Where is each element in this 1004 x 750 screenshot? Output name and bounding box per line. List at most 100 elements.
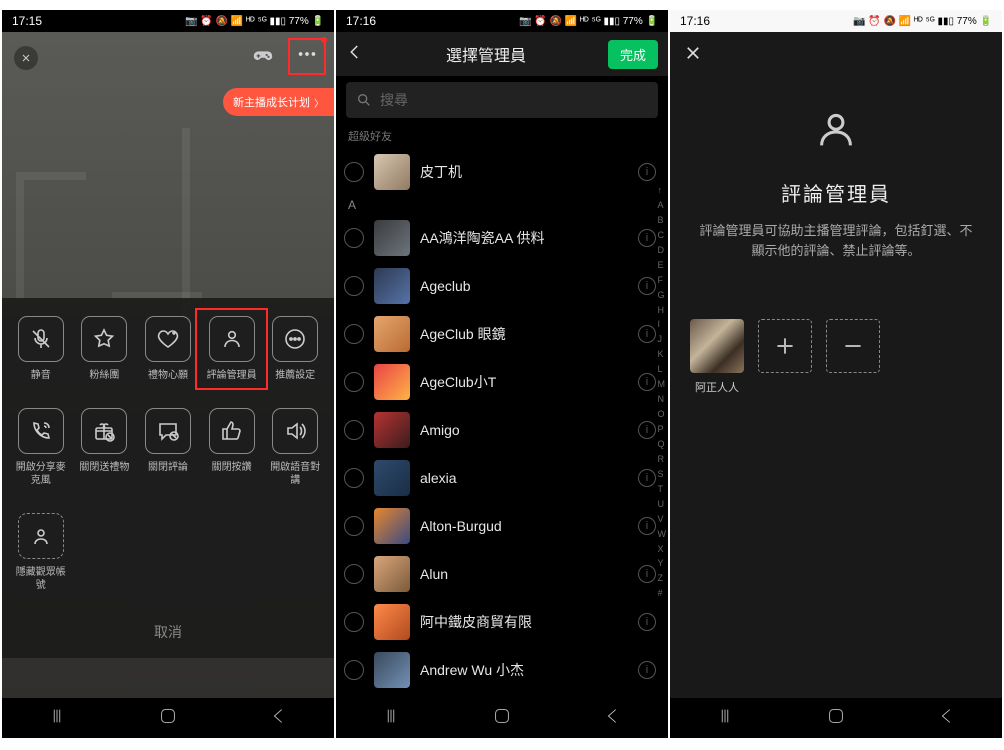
radio-unchecked[interactable]	[344, 276, 364, 296]
contact-list[interactable]: 超級好友 皮丁机 i A AA鴻洋陶瓷AA 供料 i Ageclub i Age…	[336, 124, 668, 698]
tool-wish[interactable]: 禮物心願	[139, 316, 197, 383]
index-letter[interactable]: F	[658, 274, 667, 288]
info-button[interactable]: i	[638, 325, 656, 343]
index-letter[interactable]: #	[658, 587, 667, 601]
tool-hide-viewer[interactable]: 隱藏觀眾帳號	[12, 513, 70, 592]
contact-row[interactable]: 阿中鐵皮商貿有限 i	[336, 598, 668, 646]
game-icon[interactable]	[252, 44, 274, 71]
home-button[interactable]	[825, 705, 847, 732]
contact-name: Alton-Burgud	[420, 518, 628, 534]
tool-close-gift[interactable]: 關閉送禮物	[76, 408, 134, 487]
radio-unchecked[interactable]	[344, 660, 364, 680]
radio-unchecked[interactable]	[344, 228, 364, 248]
back-button[interactable]	[346, 43, 364, 66]
contact-row[interactable]: Andy i	[336, 694, 668, 698]
back-button[interactable]	[602, 705, 624, 732]
close-button[interactable]	[14, 46, 38, 70]
avatar	[374, 460, 410, 496]
back-button[interactable]	[936, 705, 958, 732]
index-letter[interactable]: M	[658, 378, 667, 392]
index-letter[interactable]: V	[658, 513, 667, 527]
contact-row[interactable]: alexia i	[336, 454, 668, 502]
contact-row[interactable]: Ageclub i	[336, 262, 668, 310]
tool-recommend-settings[interactable]: 推薦設定	[266, 316, 324, 383]
contact-row[interactable]: Andrew Wu 小杰 i	[336, 646, 668, 694]
index-letter[interactable]: Q	[658, 438, 667, 452]
info-button[interactable]: i	[638, 613, 656, 631]
minus-icon	[840, 333, 866, 359]
tool-fans[interactable]: 粉絲團	[76, 316, 134, 383]
index-letter[interactable]: X	[658, 543, 667, 557]
radio-unchecked[interactable]	[344, 324, 364, 344]
close-button[interactable]	[684, 49, 702, 66]
index-letter[interactable]: C	[658, 229, 667, 243]
index-letter[interactable]: W	[658, 528, 667, 542]
back-button[interactable]	[268, 705, 290, 732]
index-letter[interactable]: U	[658, 498, 667, 512]
info-button[interactable]: i	[638, 565, 656, 583]
radio-unchecked[interactable]	[344, 420, 364, 440]
info-button[interactable]: i	[638, 469, 656, 487]
info-button[interactable]: i	[638, 661, 656, 679]
alpha-index[interactable]: ↑ABCDEFGHIJKLMNOPQRSTUVWXYZ#	[658, 184, 667, 688]
index-letter[interactable]: P	[658, 423, 667, 437]
contact-row[interactable]: Alton-Burgud i	[336, 502, 668, 550]
contact-row[interactable]: Alun i	[336, 550, 668, 598]
info-button[interactable]: i	[638, 421, 656, 439]
radio-unchecked[interactable]	[344, 468, 364, 488]
promo-chip[interactable]: 新主播成长计划 〉	[223, 88, 334, 116]
index-letter[interactable]: N	[658, 393, 667, 407]
home-button[interactable]	[491, 705, 513, 732]
radio-unchecked[interactable]	[344, 516, 364, 536]
tool-close-like[interactable]: 關閉按讚	[203, 408, 261, 487]
index-letter[interactable]: O	[658, 408, 667, 422]
index-letter[interactable]: I	[658, 318, 667, 332]
tool-mute[interactable]: 静音	[12, 316, 70, 383]
index-letter[interactable]: Z	[658, 572, 667, 586]
info-button[interactable]: i	[638, 163, 656, 181]
tool-comment-moderator[interactable]: 評論管理員	[199, 312, 265, 387]
home-button[interactable]	[157, 705, 179, 732]
radio-unchecked[interactable]	[344, 612, 364, 632]
contact-row[interactable]: 皮丁机 i	[336, 148, 668, 196]
recents-button[interactable]	[380, 705, 402, 732]
more-button[interactable]	[288, 38, 326, 75]
info-button[interactable]: i	[638, 229, 656, 247]
tool-share-mic[interactable]: 開啟分享麥克風	[12, 408, 70, 487]
index-letter[interactable]: S	[658, 468, 667, 482]
contact-row[interactable]: AgeClub 眼鏡 i	[336, 310, 668, 358]
index-letter[interactable]: R	[658, 453, 667, 467]
radio-unchecked[interactable]	[344, 564, 364, 584]
recents-button[interactable]	[46, 705, 68, 732]
index-letter[interactable]: D	[658, 244, 667, 258]
moderator-member[interactable]: 阿正人人	[690, 319, 744, 395]
contact-row[interactable]: AgeClub小T i	[336, 358, 668, 406]
tool-close-comment[interactable]: 關閉評論	[139, 408, 197, 487]
info-button[interactable]: i	[638, 373, 656, 391]
index-letter[interactable]: E	[658, 259, 667, 273]
recents-button[interactable]	[714, 705, 736, 732]
contact-row[interactable]: Amigo i	[336, 406, 668, 454]
index-letter[interactable]: H	[658, 304, 667, 318]
search-input[interactable]: 搜尋	[346, 82, 658, 118]
page-description: 評論管理員可協助主播管理評論，包括釘選、不顯示他的評論、禁止評論等。	[690, 221, 982, 261]
index-letter[interactable]: J	[658, 333, 667, 347]
done-button[interactable]: 完成	[608, 40, 658, 69]
add-moderator-button[interactable]	[758, 319, 812, 373]
remove-moderator-button[interactable]	[826, 319, 880, 373]
contact-row[interactable]: AA鴻洋陶瓷AA 供料 i	[336, 214, 668, 262]
index-letter[interactable]: T	[658, 483, 667, 497]
index-letter[interactable]: A	[658, 199, 667, 213]
index-letter[interactable]: ↑	[658, 184, 667, 198]
info-button[interactable]: i	[638, 517, 656, 535]
cancel-button[interactable]: 取消	[12, 616, 324, 644]
radio-unchecked[interactable]	[344, 162, 364, 182]
tool-voice-chat[interactable]: 開啟語音對講	[266, 408, 324, 487]
index-letter[interactable]: K	[658, 348, 667, 362]
radio-unchecked[interactable]	[344, 372, 364, 392]
index-letter[interactable]: G	[658, 289, 667, 303]
info-button[interactable]: i	[638, 277, 656, 295]
index-letter[interactable]: B	[658, 214, 667, 228]
index-letter[interactable]: Y	[658, 557, 667, 571]
index-letter[interactable]: L	[658, 363, 667, 377]
